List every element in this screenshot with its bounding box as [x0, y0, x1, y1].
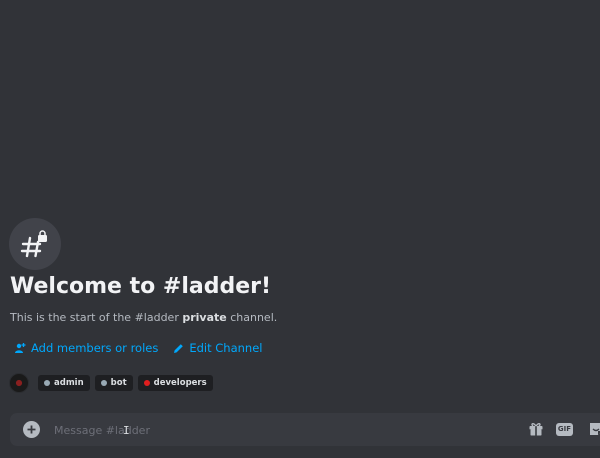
gift-icon [529, 423, 543, 436]
private-hashtag-icon [20, 230, 47, 258]
message-input[interactable] [52, 420, 476, 441]
text-cursor-icon: I [123, 424, 130, 437]
edit-channel-label: Edit Channel [189, 341, 263, 355]
sticker-icon [590, 423, 600, 435]
plus-circle-icon [27, 425, 36, 434]
channel-roles: admin bot developers [9, 373, 213, 393]
channel-actions: Add members or roles Edit Channel [14, 341, 262, 355]
role-name: bot [110, 378, 127, 388]
add-members-button[interactable]: Add members or roles [14, 341, 158, 355]
sticker-button[interactable] [588, 421, 600, 437]
role-name: admin [54, 378, 84, 388]
owner-avatar[interactable] [9, 373, 29, 393]
role-name: developers [153, 378, 207, 388]
role-pill-developers[interactable]: developers [137, 375, 213, 391]
edit-channel-button[interactable]: Edit Channel [173, 341, 262, 355]
add-members-label: Add members or roles [31, 341, 159, 355]
subtitle-suffix: channel. [226, 311, 278, 324]
role-pill-admin[interactable]: admin [38, 375, 90, 391]
attach-button[interactable] [23, 421, 40, 438]
pencil-icon [174, 343, 184, 353]
role-color-dot [100, 380, 107, 386]
gif-button[interactable]: GIF [556, 423, 573, 436]
role-pill-bot[interactable]: bot [94, 375, 133, 391]
welcome-title: Welcome to #ladder! [10, 274, 272, 299]
gift-button[interactable] [528, 421, 544, 437]
welcome-subtitle: This is the start of the #ladder private… [10, 311, 277, 324]
message-composer: I GIF [10, 413, 600, 446]
gif-icon: GIF [556, 423, 573, 436]
subtitle-private-label: private [182, 311, 227, 324]
channel-icon [9, 218, 61, 270]
add-member-icon [15, 343, 26, 353]
subtitle-prefix: This is the start of the #ladder [10, 311, 183, 324]
role-color-dot [143, 380, 150, 386]
role-color-dot [44, 380, 50, 386]
